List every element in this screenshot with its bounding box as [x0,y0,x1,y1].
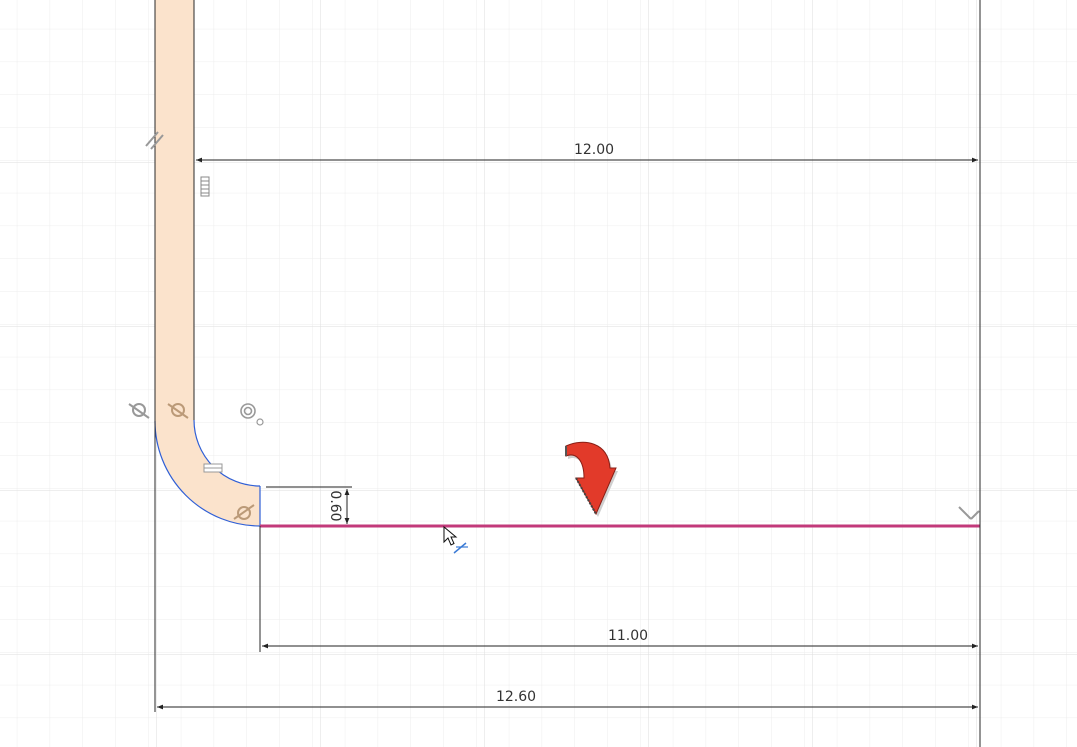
fix-constraint-icon[interactable] [200,176,210,197]
sketch-canvas[interactable]: 12.00 11.00 12.60 0.60 [0,0,1077,747]
dimension-top-label[interactable]: 12.00 [574,142,614,158]
dimension-bottom-label[interactable]: 12.60 [496,689,536,705]
dimension-thickness-label[interactable]: 0.60 [327,490,343,521]
dimension-middle-label[interactable]: 11.00 [608,628,648,644]
horizontal-constraint-icon[interactable] [203,463,223,473]
